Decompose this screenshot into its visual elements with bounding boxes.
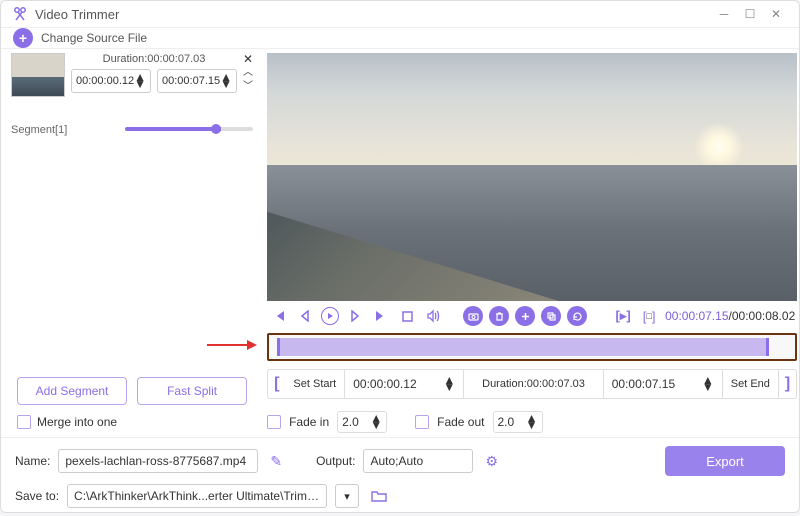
snapshot-icon[interactable] — [463, 306, 483, 326]
range-end-input[interactable]: 00:00:07.15 ▲▼ — [604, 370, 723, 398]
mark-in-icon[interactable]: [▸] — [613, 306, 633, 326]
trim-track[interactable] — [267, 333, 797, 361]
prev-frame-icon[interactable] — [295, 306, 315, 326]
prev-start-icon[interactable] — [269, 306, 289, 326]
minimize-button[interactable]: ─ — [711, 1, 737, 27]
player-controls: [▸] [□] 00:00:07.15/00:00:08.02 — [267, 301, 797, 331]
save-path-dropdown[interactable]: ▾ — [335, 484, 359, 508]
set-end-button[interactable]: Set End — [723, 370, 779, 398]
stepper-icon[interactable]: ▲▼ — [443, 377, 455, 391]
segment-progress-slider[interactable] — [125, 127, 253, 131]
move-down-icon[interactable]: ﹀ — [243, 81, 253, 93]
fade-in-value: 2.0 — [342, 415, 370, 429]
mark-out-icon[interactable]: [□] — [639, 306, 659, 326]
app-window: Video Trimmer ─ ☐ ✕ + Change Source File… — [0, 0, 800, 513]
stepper-icon[interactable]: ▲▼ — [526, 415, 538, 429]
bottom-bar: Name: pexels-lachlan-ross-8775687.mp4 ✎ … — [1, 437, 799, 516]
annotation-arrow-icon — [207, 340, 257, 350]
refresh-icon[interactable] — [567, 306, 587, 326]
next-frame-icon[interactable] — [345, 306, 365, 326]
filename-value: pexels-lachlan-ross-8775687.mp4 — [65, 454, 246, 468]
range-controls: [ Set Start 00:00:00.12 ▲▼ Duration:00:0… — [267, 369, 797, 399]
add-icon[interactable] — [515, 306, 535, 326]
save-to-label: Save to: — [15, 489, 59, 503]
merge-checkbox[interactable] — [17, 415, 31, 429]
stepper-icon[interactable]: ▲▼ — [702, 377, 714, 391]
segment-thumbnail — [11, 53, 65, 97]
play-icon[interactable] — [321, 307, 339, 325]
total-time: 00:00:08.02 — [732, 309, 795, 323]
fade-out-checkbox[interactable] — [415, 415, 429, 429]
stepper-icon[interactable]: ▲▼ — [220, 74, 232, 88]
titlebar: Video Trimmer ─ ☐ ✕ — [1, 1, 799, 28]
stepper-icon[interactable]: ▲▼ — [134, 74, 146, 88]
fast-split-button[interactable]: Fast Split — [137, 377, 247, 405]
filename-input[interactable]: pexels-lachlan-ross-8775687.mp4 — [58, 449, 258, 473]
stepper-icon[interactable]: ▲▼ — [370, 415, 382, 429]
fade-out-input[interactable]: 2.0 ▲▼ — [493, 411, 543, 433]
merge-label: Merge into one — [37, 415, 117, 429]
output-settings-icon[interactable]: ⚙ — [481, 453, 502, 470]
preview-panel: [▸] [□] 00:00:07.15/00:00:08.02 [ Set St… — [263, 49, 800, 437]
range-end-value: 00:00:07.15 — [612, 377, 702, 391]
stop-icon[interactable] — [397, 306, 417, 326]
range-start-input[interactable]: 00:00:00.12 ▲▼ — [345, 370, 464, 398]
save-path-value: C:\ArkThinker\ArkThink...erter Ultimate\… — [74, 489, 320, 503]
set-start-button[interactable]: Set Start — [285, 370, 345, 398]
segments-panel: Duration:00:00:07.03 00:00:00.12 ▲▼ 00:0… — [1, 49, 263, 437]
video-preview[interactable] — [267, 53, 797, 301]
bracket-open-icon[interactable]: [ — [268, 375, 285, 393]
content-area: Duration:00:00:07.03 00:00:00.12 ▲▼ 00:0… — [1, 49, 799, 437]
save-path-input[interactable]: C:\ArkThinker\ArkThink...erter Ultimate\… — [67, 484, 327, 508]
output-label: Output: — [316, 454, 355, 468]
output-format-input[interactable]: Auto;Auto — [363, 449, 473, 473]
export-button[interactable]: Export — [665, 446, 785, 476]
next-end-icon[interactable] — [371, 306, 391, 326]
segment-start-input[interactable]: 00:00:00.12 ▲▼ — [71, 69, 151, 93]
name-label: Name: — [15, 454, 50, 468]
segment-details: Duration:00:00:07.03 00:00:00.12 ▲▼ 00:0… — [71, 53, 237, 93]
fade-out-value: 2.0 — [498, 415, 526, 429]
segment-end-value: 00:00:07.15 — [162, 75, 220, 87]
trim-track-wrap — [267, 331, 797, 363]
range-start-value: 00:00:00.12 — [353, 377, 443, 391]
add-segment-button[interactable]: Add Segment — [17, 377, 127, 405]
trim-selection[interactable] — [277, 338, 769, 356]
time-display: 00:00:07.15/00:00:08.02 — [665, 309, 795, 323]
maximize-button[interactable]: ☐ — [737, 1, 763, 27]
volume-icon[interactable] — [423, 306, 443, 326]
remove-segment-icon[interactable]: ✕ — [243, 53, 253, 65]
move-up-icon[interactable]: ︿ — [243, 67, 253, 79]
change-source-button[interactable]: Change Source File — [41, 31, 147, 45]
edit-name-icon[interactable]: ✎ — [266, 453, 286, 470]
window-title: Video Trimmer — [35, 7, 711, 22]
fade-in-checkbox[interactable] — [267, 415, 281, 429]
fade-in-input[interactable]: 2.0 ▲▼ — [337, 411, 387, 433]
bracket-close-icon[interactable]: ] — [779, 375, 796, 393]
fade-controls: Fade in 2.0 ▲▼ Fade out 2.0 ▲▼ — [267, 407, 797, 437]
current-time: 00:00:07.15 — [665, 309, 728, 323]
close-button[interactable]: ✕ — [763, 1, 789, 27]
segment-end-input[interactable]: 00:00:07.15 ▲▼ — [157, 69, 237, 93]
delete-icon[interactable] — [489, 306, 509, 326]
toolbar: + Change Source File — [1, 28, 799, 49]
segment-label: Segment[1] — [11, 124, 67, 136]
segment-item[interactable]: Duration:00:00:07.03 00:00:00.12 ▲▼ 00:0… — [11, 53, 253, 121]
output-value: Auto;Auto — [370, 454, 423, 468]
segment-start-value: 00:00:00.12 — [76, 75, 134, 87]
app-logo-icon — [11, 5, 29, 23]
copy-icon[interactable] — [541, 306, 561, 326]
fade-out-label: Fade out — [437, 415, 484, 429]
fade-in-label: Fade in — [289, 415, 329, 429]
range-duration-label: Duration:00:00:07.03 — [464, 370, 603, 398]
segment-duration-label: Duration:00:00:07.03 — [71, 53, 237, 65]
add-source-icon[interactable]: + — [13, 28, 33, 48]
open-folder-icon[interactable] — [367, 489, 391, 503]
